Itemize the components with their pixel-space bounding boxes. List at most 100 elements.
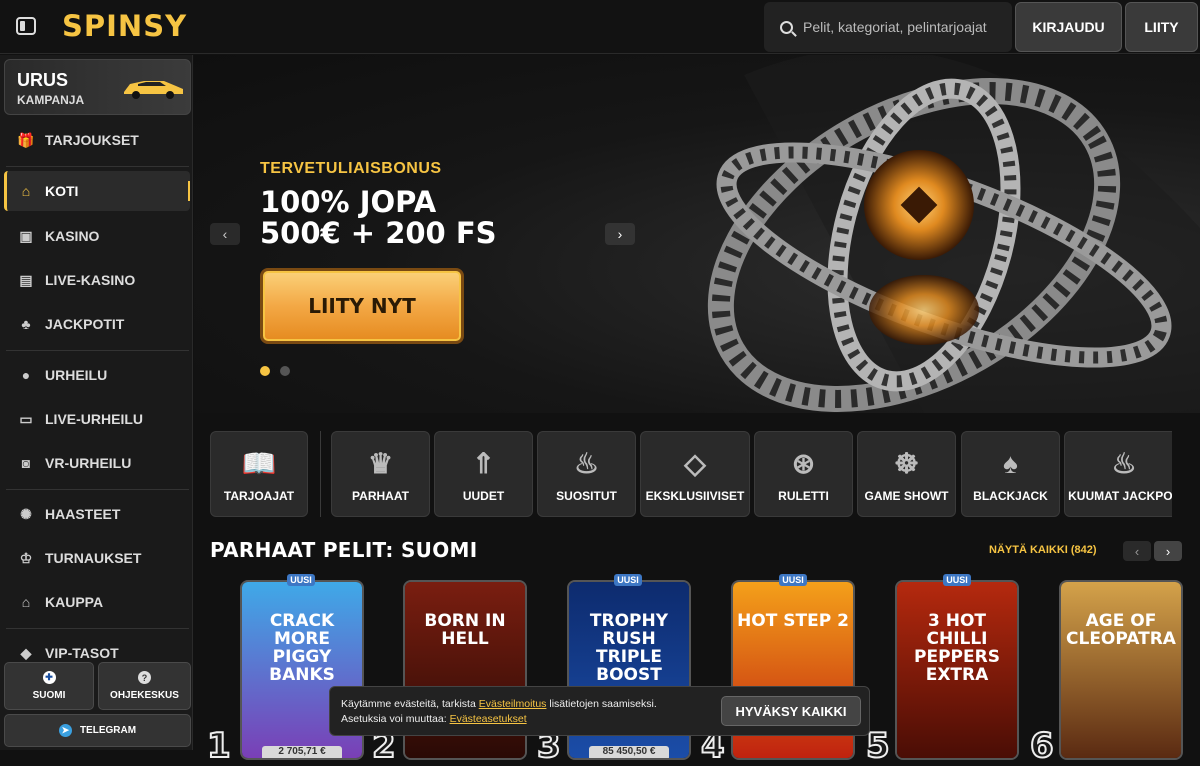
- telegram-button[interactable]: ➤ TELEGRAM: [4, 714, 191, 747]
- new-badge: UUSI: [614, 574, 642, 586]
- hero-title: 100% JOPA 500€ + 200 FS: [260, 187, 560, 249]
- slide-dot-2[interactable]: [280, 366, 290, 376]
- game-rank: 6: [1029, 725, 1055, 766]
- gift-icon: 🎁: [17, 131, 35, 148]
- jackpot-amount: 85 450,50 €: [589, 746, 669, 758]
- sidebar-item-urheilu[interactable]: ● URHEILU: [4, 355, 190, 395]
- promo-title: URUS: [17, 70, 69, 90]
- home-icon: ⌂: [21, 183, 31, 199]
- book-icon: 📖: [241, 448, 277, 479]
- language-label: SUOMI: [32, 690, 66, 701]
- sidebar-item-label: VR-URHEILU: [45, 455, 132, 471]
- game-title: AGE OF CLEOPATRA: [1066, 611, 1176, 649]
- logo[interactable]: SPINSY: [62, 9, 187, 43]
- games-next-button[interactable]: ›: [1154, 541, 1182, 561]
- category-label: PARHAAT: [352, 489, 409, 503]
- cookie-notice-link[interactable]: Evästeilmoitus: [479, 698, 547, 710]
- new-badge: UUSI: [943, 574, 971, 586]
- help-label: OHJEKESKUS: [110, 690, 179, 701]
- cookie-text-part: Käytämme evästeitä, tarkista: [341, 698, 479, 710]
- cookie-text-part: lisätietojen saamiseksi.: [546, 698, 657, 710]
- sidebar: URUS KAMPANJA 🎁 TARJOUKSET ⌂ KOTI ▣ KASINO …: [0, 55, 193, 750]
- sidebar-item-tarjoukset[interactable]: 🎁 TARJOUKSET: [4, 120, 190, 160]
- slot-machine-icon: ▣: [19, 227, 33, 244]
- new-badge: UUSI: [287, 574, 315, 586]
- sidebar-item-koti[interactable]: ⌂ KOTI: [4, 171, 190, 211]
- hero-title-line-2: 500€ + 200 FS: [260, 216, 497, 250]
- category-label: EKSKLUSIIVISET: [645, 489, 745, 503]
- new-badge: UUSI: [779, 574, 807, 586]
- games-prev-button[interactable]: ‹: [1123, 541, 1151, 561]
- help-icon: ?: [138, 671, 151, 684]
- category-separator: [320, 431, 321, 517]
- diamond-icon: ◇: [684, 448, 706, 479]
- roulette-icon: ⊛: [791, 448, 816, 479]
- language-button[interactable]: ✚ SUOMI: [4, 662, 94, 710]
- category-uudet[interactable]: ⇑ UUDET: [434, 431, 533, 517]
- shop-icon: ⌂: [21, 594, 31, 610]
- sidebar-item-vr-urheilu[interactable]: ◙ VR-URHEILU: [4, 443, 190, 483]
- sidebar-item-label: KAUPPA: [45, 594, 104, 610]
- category-eksklusiiviset[interactable]: ◇ EKSKLUSIIVISET: [640, 431, 750, 517]
- cards-icon: ▤: [19, 271, 33, 288]
- category-bar: 📖 TARJOAJAT ♛ PARHAAT ⇑ UUDET ♨ SUOSITUT ◇ EK…: [210, 431, 1172, 517]
- category-kuumat-jackpotit[interactable]: ♨ KUUMAT JACKPOT: [1064, 431, 1172, 517]
- jackpot-amount: 2 705,71 €: [262, 746, 342, 758]
- promo-subtitle: KAMPANJA: [17, 93, 85, 107]
- challenge-icon: ✺: [20, 505, 32, 522]
- promo-banner[interactable]: URUS KAMPANJA: [4, 59, 191, 115]
- game-title: BORN IN HELL: [424, 611, 506, 649]
- search-box[interactable]: [764, 2, 1012, 52]
- sidebar-item-turnaukset[interactable]: ♔ TURNAUKSET: [4, 538, 190, 578]
- sidebar-item-live-urheilu[interactable]: ▭ LIVE-URHEILU: [4, 399, 190, 439]
- sidebar-item-haasteet[interactable]: ✺ HAASTEET: [4, 494, 190, 534]
- divider: [6, 350, 189, 351]
- slide-dot-1[interactable]: [260, 366, 270, 376]
- crown-icon: ♛: [367, 448, 394, 479]
- cookie-settings-link[interactable]: Evästeasetukset: [450, 713, 527, 725]
- category-tarjoajat[interactable]: 📖 TARJOAJAT: [210, 431, 308, 517]
- hero-prev-button[interactable]: ‹: [210, 223, 240, 245]
- game-thumbnail: [1061, 582, 1181, 758]
- sidebar-item-label: HAASTEET: [45, 506, 121, 522]
- see-all-link[interactable]: NÄYTÄ KAIKKI (842): [989, 544, 1097, 556]
- sidebar-toggle-icon[interactable]: [16, 17, 36, 35]
- sidebar-item-kasino[interactable]: ▣ KASINO: [4, 216, 190, 256]
- sidebar-item-label: LIVE-KASINO: [45, 272, 136, 288]
- finland-flag-icon: ✚: [42, 671, 56, 684]
- hot-pepper-icon: ♨: [1111, 448, 1137, 479]
- sidebar-item-label: JACKPOTIT: [45, 316, 125, 332]
- gyroscope-rings-image: [707, 55, 1200, 413]
- hero-title-line-1: 100% JOPA: [260, 185, 437, 219]
- login-button[interactable]: KIRJAUDU: [1015, 2, 1122, 52]
- accept-all-cookies-button[interactable]: HYVÄKSY KAIKKI: [721, 696, 861, 726]
- trophy-icon: ♔: [19, 549, 33, 566]
- search-input[interactable]: [803, 19, 993, 35]
- telegram-icon: ➤: [58, 724, 72, 737]
- category-parhaat[interactable]: ♛ PARHAAT: [331, 431, 430, 517]
- game-card[interactable]: 3 HOT CHILLI PEPPERS EXTRA: [895, 580, 1019, 760]
- divider: [6, 628, 189, 629]
- wheel-icon: ☸: [893, 448, 920, 479]
- divider: [6, 166, 189, 167]
- game-title: 3 HOT CHILLI PEPPERS EXTRA: [914, 611, 1000, 685]
- sidebar-item-kauppa[interactable]: ⌂ KAUPPA: [4, 582, 190, 622]
- hero-join-button[interactable]: LIITY NYT: [260, 268, 464, 344]
- hero-next-button[interactable]: ›: [605, 223, 635, 245]
- category-ruletti[interactable]: ⊛ RULETTI: [754, 431, 853, 517]
- divider: [6, 489, 189, 490]
- game-card[interactable]: AGE OF CLEOPATRA: [1059, 580, 1183, 760]
- live-icon: ▭: [19, 410, 33, 427]
- join-button[interactable]: LIITY: [1125, 2, 1198, 52]
- category-label: KUUMAT JACKPOT: [1068, 489, 1172, 503]
- category-blackjack[interactable]: ♠ BLACKJACK: [961, 431, 1060, 517]
- category-game-showt[interactable]: ☸ GAME SHOWT: [857, 431, 956, 517]
- sidebar-item-jackpotit[interactable]: ♣ JACKPOTIT: [4, 304, 190, 344]
- cookie-text: Käytämme evästeitä, tarkista Evästeilmoi…: [341, 697, 721, 727]
- category-suositut[interactable]: ♨ SUOSITUT: [537, 431, 636, 517]
- playing-card-icon: ♠: [1003, 448, 1018, 479]
- help-center-button[interactable]: ? OHJEKESKUS: [98, 662, 191, 710]
- sidebar-item-live-kasino[interactable]: ▤ LIVE-KASINO: [4, 260, 190, 300]
- top-bar: SPINSY KIRJAUDU LIITY: [0, 0, 1200, 54]
- hero-banner[interactable]: ‹ TERVETULIAISBONUS 100% JOPA 500€ + 200…: [194, 55, 1200, 413]
